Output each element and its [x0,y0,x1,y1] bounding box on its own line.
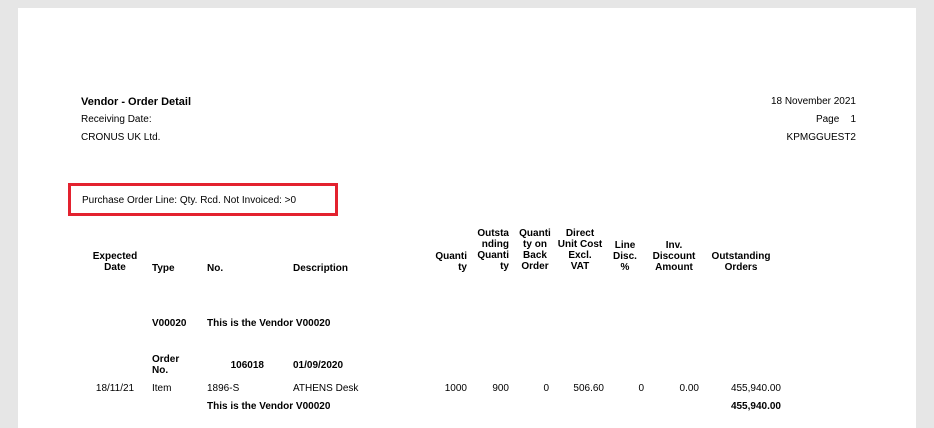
line-expected-date: 18/11/21 [95,383,135,394]
order-date: 01/09/2020 [293,360,344,371]
report-title: Vendor - Order Detail [81,96,192,108]
line-outstanding-quantity: 900 [492,383,509,394]
filter-text: Purchase Order Line: Qty. Rcd. Not Invoi… [82,195,297,206]
company-name: CRONUS UK Ltd. [81,132,161,143]
line-outstanding-orders: 455,940.00 [730,383,781,394]
col-quantity: Quanti ty [435,251,467,273]
line-direct-unit-cost: 506.60 [573,383,604,394]
total-label: This is the Vendor V00020 [207,401,331,412]
line-no: 1896-S [207,383,240,394]
col-outstanding-quantity: Outsta nding Quanti ty [477,228,509,272]
page-indicator: Page 1 [816,114,856,125]
col-no: No. [207,263,224,274]
col-inv-discount-amount: Inv. Discount Amount [652,240,696,273]
user-id: KPMGGUEST2 [786,132,856,143]
line-disc: 0 [638,383,644,394]
col-direct-unit-cost: Direct Unit Cost Excl. VAT [557,228,603,272]
order-number: 106018 [230,360,264,371]
col-description: Description [293,263,349,274]
line-inv-discount: 0.00 [679,383,699,394]
report-page: Vendor - Order Detail Receiving Date: CR… [18,8,916,428]
order-no-label: Order No. [152,354,180,376]
col-expected-date: Expected Date [92,251,138,273]
report-date: 18 November 2021 [770,96,856,107]
col-line-disc: Line Disc.% [613,240,637,273]
vendor-name: This is the Vendor V00020 [207,318,331,329]
line-quantity: 1000 [444,383,467,394]
page-label: Page [815,114,840,125]
receiving-date-label: Receiving Date: [81,114,152,125]
total-amount: 455,940.00 [730,401,781,412]
col-outstanding-orders: Outstanding Orders [711,251,771,273]
page-number: 1 [850,114,856,125]
col-type: Type [152,263,175,274]
line-qty-back-order: 0 [543,383,549,394]
line-type: Item [152,383,172,394]
line-description: ATHENS Desk [293,383,359,394]
vendor-no: V00020 [152,318,187,329]
